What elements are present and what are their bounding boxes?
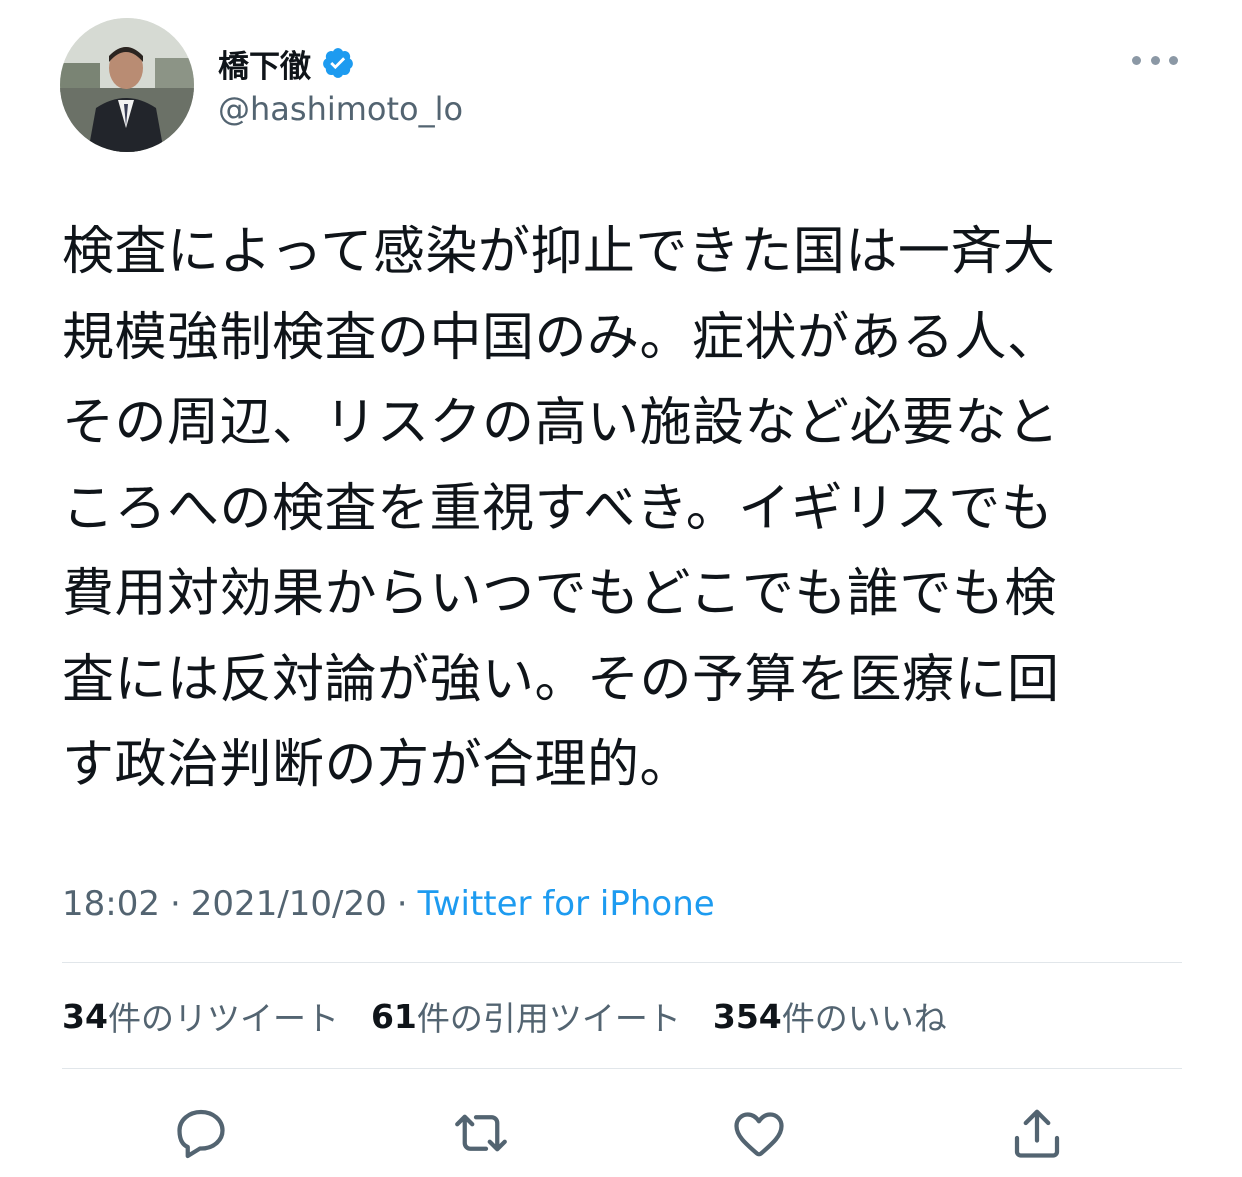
meta-separator: · — [169, 884, 181, 924]
heart-icon — [734, 1112, 784, 1157]
quote-tweets-count: 61 — [370, 996, 417, 1036]
retweets-label: 件のリツイート — [107, 999, 339, 1038]
likes-count: 354 — [712, 996, 782, 1036]
retweet-icon — [455, 1114, 507, 1152]
tweet-text-line: ころへの検査を重視すべき。イギリスでも — [62, 478, 1054, 539]
tweet-text-line: その周辺、リスクの高い施設など必要なと — [62, 393, 1060, 453]
tweet-text-line: 費用対効果からいつでもどこでも誰でも検 — [62, 564, 1057, 624]
action-bar — [0, 1098, 1242, 1168]
reply-icon — [177, 1109, 225, 1159]
tweet-text-line: 査には反対論が強い。その予算を医療に回 — [62, 649, 1060, 710]
avatar-photo — [60, 18, 194, 152]
tweet-text-line: す政治判断の方が合理的。 — [62, 735, 693, 795]
retweets-count: 34 — [62, 996, 108, 1036]
divider — [62, 962, 1182, 963]
tweet-time[interactable]: 18:02 — [62, 884, 160, 924]
engagement-stats: 34 件のリツイート 61 件の引用ツイート 354 件のいいね — [62, 992, 979, 1040]
tweet-text-line: 規模強制検査の中国のみ。症状がある人、 — [62, 307, 1060, 368]
author-name-row: 橋下徹 — [218, 40, 355, 86]
meta-separator: · — [396, 884, 408, 924]
author-handle[interactable]: @hashimoto_lo — [218, 90, 463, 128]
quote-tweets-stat[interactable]: 61 件の引用ツイート — [371, 992, 681, 1040]
verified-badge-icon — [323, 48, 353, 78]
like-button[interactable] — [724, 1098, 794, 1168]
tweet-source-link[interactable]: Twitter for iPhone — [418, 884, 715, 924]
retweets-stat[interactable]: 34 件のリツイート — [62, 992, 339, 1040]
tweet-text-line: 検査によって感染が抑止できた国は一斉大 — [62, 222, 1056, 282]
display-name[interactable]: 橋下徹 — [218, 41, 311, 86]
reply-button[interactable] — [166, 1098, 236, 1168]
avatar[interactable] — [60, 18, 194, 152]
more-horizontal-icon[interactable] — [1132, 48, 1178, 72]
quote-tweets-label: 件の引用ツイート — [416, 999, 681, 1038]
tweet-meta: 18:02 · 2021/10/20 · Twitter for iPhone — [62, 882, 715, 926]
tweet-text: 検査によって感染が抑止できた国は一斉大 規模強制検査の中国のみ。症状がある人、 … — [62, 210, 1192, 809]
share-button[interactable] — [1002, 1098, 1072, 1168]
likes-stat[interactable]: 354 件のいいね — [713, 992, 947, 1040]
likes-label: 件のいいね — [781, 999, 947, 1038]
share-icon — [1014, 1109, 1060, 1158]
divider — [62, 1068, 1182, 1069]
tweet-detail: 橋下徹 @hashimoto_lo 検査によって感染が抑止できた国は一斉大 規模… — [0, 0, 1242, 1177]
tweet-date[interactable]: 2021/10/20 — [191, 884, 387, 924]
retweet-button[interactable] — [446, 1098, 516, 1168]
